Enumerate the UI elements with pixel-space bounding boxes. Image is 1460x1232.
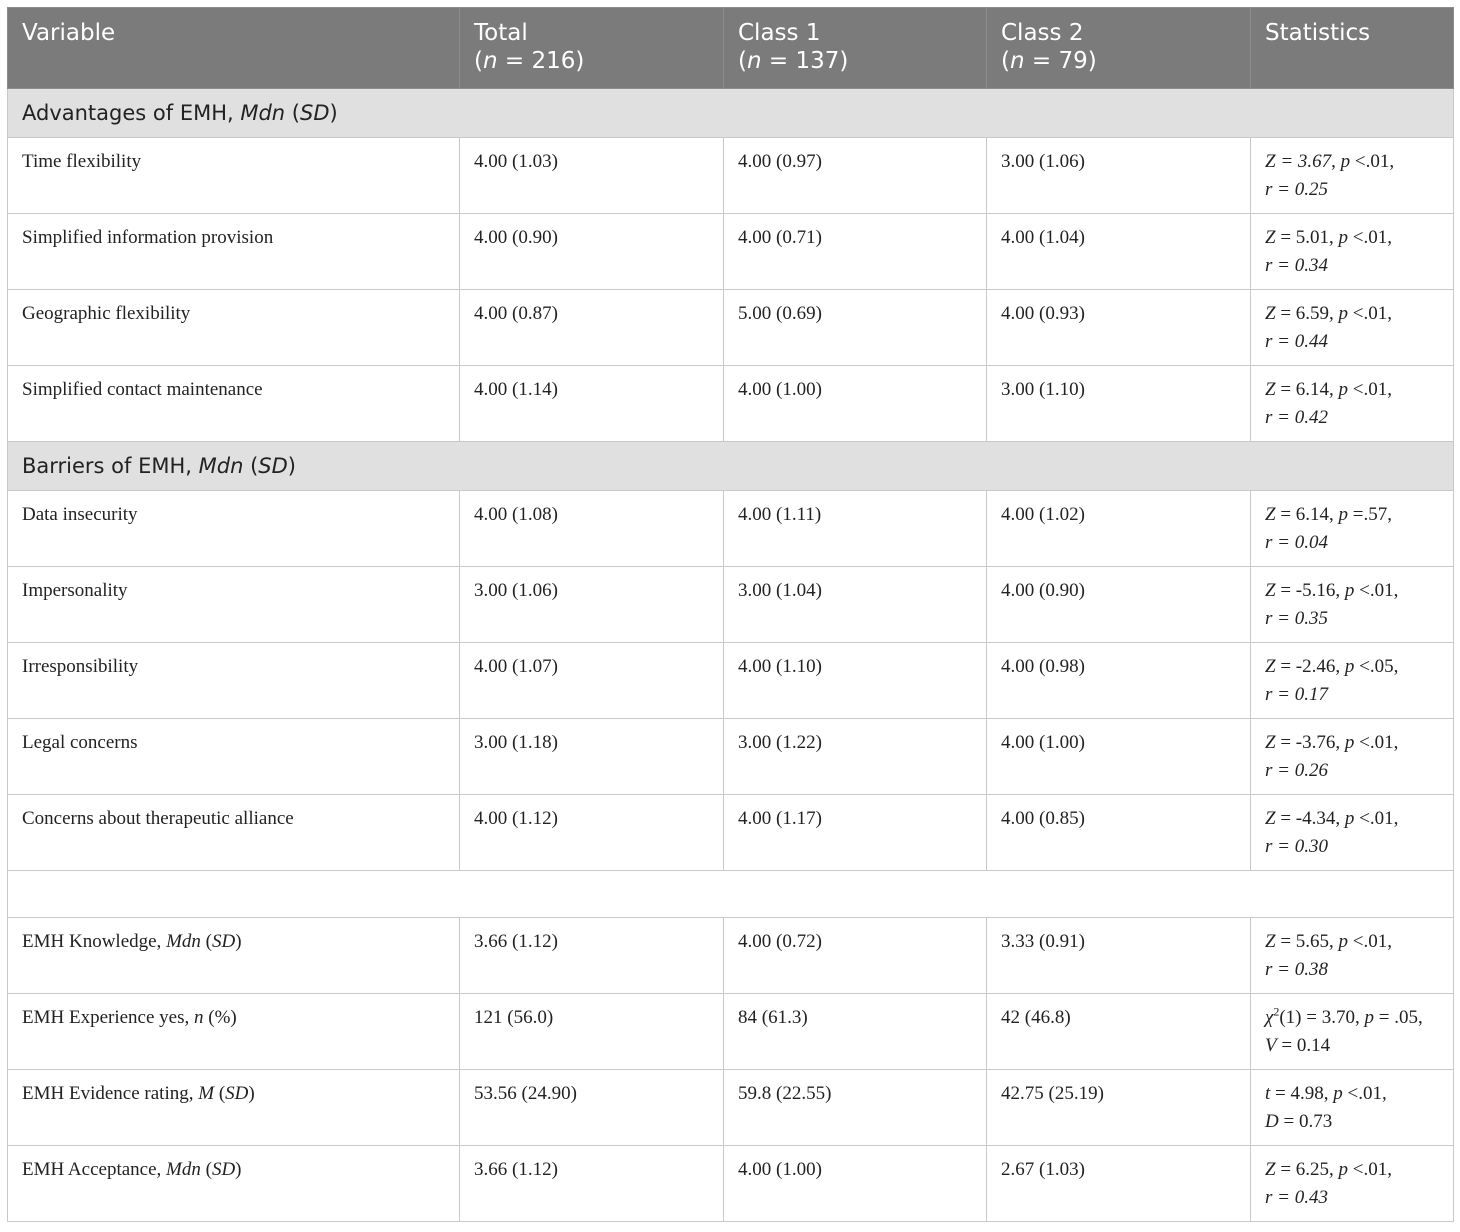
cell-variable: Time flexibility (7, 137, 460, 214)
cell-total: 3.66 (1.12) (459, 917, 724, 994)
cell-total: 4.00 (1.07) (459, 642, 724, 719)
cell-variable: EMH Experience yes, n (%) (7, 993, 460, 1070)
section-barriers: Barriers of EMH, Mdn (SD) (7, 441, 1454, 491)
table-row: Irresponsibility 4.00 (1.07) 4.00 (1.10)… (7, 642, 1454, 719)
table-row-experience: EMH Experience yes, n (%) 121 (56.0) 84 … (7, 993, 1454, 1070)
cell-class1: 4.00 (1.17) (723, 794, 987, 871)
cell-total: 4.00 (1.08) (459, 490, 724, 567)
results-table: Variable Total (n = 216) Class 1 (n = 13… (7, 7, 1454, 1222)
cell-class2: 42.75 (25.19) (986, 1069, 1251, 1146)
table-row-evidence: EMH Evidence rating, M (SD) 53.56 (24.90… (7, 1069, 1454, 1146)
cell-class2: 4.00 (0.85) (986, 794, 1251, 871)
cell-class1: 4.00 (1.00) (723, 365, 987, 442)
table-row: Legal concerns 3.00 (1.18) 3.00 (1.22) 4… (7, 718, 1454, 795)
table-row-knowledge: EMH Knowledge, Mdn (SD) 3.66 (1.12) 4.00… (7, 917, 1454, 994)
table-header: Variable Total (n = 216) Class 1 (n = 13… (7, 7, 1454, 89)
table-row: Geographic flexibility 4.00 (0.87) 5.00 … (7, 289, 1454, 366)
cell-class2: 3.00 (1.10) (986, 365, 1251, 442)
section-advantages: Advantages of EMH, Mdn (SD) (7, 88, 1454, 138)
cell-statistics: Z = 6.59, p <.01, r = 0.44 (1250, 289, 1454, 366)
cell-variable: EMH Evidence rating, M (SD) (7, 1069, 460, 1146)
cell-class2: 4.00 (1.02) (986, 490, 1251, 567)
header-total: Total (n = 216) (459, 7, 724, 89)
cell-variable: Concerns about therapeutic alliance (7, 794, 460, 871)
cell-variable: Irresponsibility (7, 642, 460, 719)
header-class2-n: (n = 79) (1001, 48, 1097, 74)
cell-statistics: χ2(1) = 3.70, p = .05, V = 0.14 (1250, 993, 1454, 1070)
cell-statistics: Z = 6.25, p <.01, r = 0.43 (1250, 1145, 1454, 1222)
cell-variable: Data insecurity (7, 490, 460, 567)
header-class2: Class 2 (n = 79) (986, 7, 1251, 89)
table-row-acceptance: EMH Acceptance, Mdn (SD) 3.66 (1.12) 4.0… (7, 1145, 1454, 1222)
header-statistics: Statistics (1250, 7, 1454, 89)
cell-total: 4.00 (1.12) (459, 794, 724, 871)
cell-total: 4.00 (1.14) (459, 365, 724, 442)
cell-class2: 3.33 (0.91) (986, 917, 1251, 994)
header-class2-label: Class 2 (1001, 20, 1084, 46)
cell-variable: EMH Acceptance, Mdn (SD) (7, 1145, 460, 1222)
cell-class1: 84 (61.3) (723, 993, 987, 1070)
cell-class2: 4.00 (0.98) (986, 642, 1251, 719)
cell-class1: 4.00 (1.10) (723, 642, 987, 719)
cell-class1: 3.00 (1.04) (723, 566, 987, 643)
cell-class2: 42 (46.8) (986, 993, 1251, 1070)
cell-class1: 4.00 (0.97) (723, 137, 987, 214)
cell-total: 3.00 (1.18) (459, 718, 724, 795)
cell-class2: 4.00 (1.00) (986, 718, 1251, 795)
cell-class2: 4.00 (1.04) (986, 213, 1251, 290)
cell-class2: 4.00 (0.93) (986, 289, 1251, 366)
cell-total: 4.00 (0.90) (459, 213, 724, 290)
cell-statistics: Z = 5.65, p <.01, r = 0.38 (1250, 917, 1454, 994)
cell-statistics: Z = -2.46, p <.05, r = 0.17 (1250, 642, 1454, 719)
cell-variable: Impersonality (7, 566, 460, 643)
cell-variable: EMH Knowledge, Mdn (SD) (7, 917, 460, 994)
cell-statistics: Z = 6.14, p <.01, r = 0.42 (1250, 365, 1454, 442)
cell-variable: Simplified contact maintenance (7, 365, 460, 442)
cell-statistics: t = 4.98, p <.01, D = 0.73 (1250, 1069, 1454, 1146)
table-row: Time flexibility 4.00 (1.03) 4.00 (0.97)… (7, 137, 1454, 214)
cell-class1: 59.8 (22.55) (723, 1069, 987, 1146)
cell-class1: 4.00 (1.00) (723, 1145, 987, 1222)
table-row: Simplified contact maintenance 4.00 (1.1… (7, 365, 1454, 442)
header-variable: Variable (7, 7, 460, 89)
table-row: Impersonality 3.00 (1.06) 3.00 (1.04) 4.… (7, 566, 1454, 643)
cell-statistics: Z = -4.34, p <.01, r = 0.30 (1250, 794, 1454, 871)
header-class1-label: Class 1 (738, 20, 821, 46)
cell-total: 4.00 (1.03) (459, 137, 724, 214)
cell-statistics: Z = 5.01, p <.01, r = 0.34 (1250, 213, 1454, 290)
cell-class2: 3.00 (1.06) (986, 137, 1251, 214)
cell-statistics: Z = 3.67, p <.01, r = 0.25 (1250, 137, 1454, 214)
results-table-container: Variable Total (n = 216) Class 1 (n = 13… (7, 7, 1454, 1222)
cell-total: 3.66 (1.12) (459, 1145, 724, 1222)
spacer-cell (7, 870, 1454, 918)
section-advantages-label: Advantages of EMH, Mdn (SD) (7, 88, 1454, 138)
cell-class2: 2.67 (1.03) (986, 1145, 1251, 1222)
header-total-label: Total (474, 20, 528, 46)
cell-class2: 4.00 (0.90) (986, 566, 1251, 643)
table-row: Concerns about therapeutic alliance 4.00… (7, 794, 1454, 871)
cell-total: 53.56 (24.90) (459, 1069, 724, 1146)
spacer-row (7, 870, 1454, 918)
header-class1-n: (n = 137) (738, 48, 849, 74)
cell-variable: Geographic flexibility (7, 289, 460, 366)
table-row: Data insecurity 4.00 (1.08) 4.00 (1.11) … (7, 490, 1454, 567)
cell-class1: 3.00 (1.22) (723, 718, 987, 795)
cell-total: 3.00 (1.06) (459, 566, 724, 643)
header-class1: Class 1 (n = 137) (723, 7, 987, 89)
header-total-n: (n = 216) (474, 48, 585, 74)
cell-total: 4.00 (0.87) (459, 289, 724, 366)
section-barriers-label: Barriers of EMH, Mdn (SD) (7, 441, 1454, 491)
cell-class1: 4.00 (1.11) (723, 490, 987, 567)
cell-total: 121 (56.0) (459, 993, 724, 1070)
cell-variable: Simplified information provision (7, 213, 460, 290)
cell-statistics: Z = -5.16, p <.01, r = 0.35 (1250, 566, 1454, 643)
cell-statistics: Z = 6.14, p =.57, r = 0.04 (1250, 490, 1454, 567)
cell-class1: 4.00 (0.71) (723, 213, 987, 290)
table-row: Simplified information provision 4.00 (0… (7, 213, 1454, 290)
header-row: Variable Total (n = 216) Class 1 (n = 13… (7, 7, 1454, 89)
cell-class1: 4.00 (0.72) (723, 917, 987, 994)
cell-variable: Legal concerns (7, 718, 460, 795)
cell-statistics: Z = -3.76, p <.01, r = 0.26 (1250, 718, 1454, 795)
cell-class1: 5.00 (0.69) (723, 289, 987, 366)
